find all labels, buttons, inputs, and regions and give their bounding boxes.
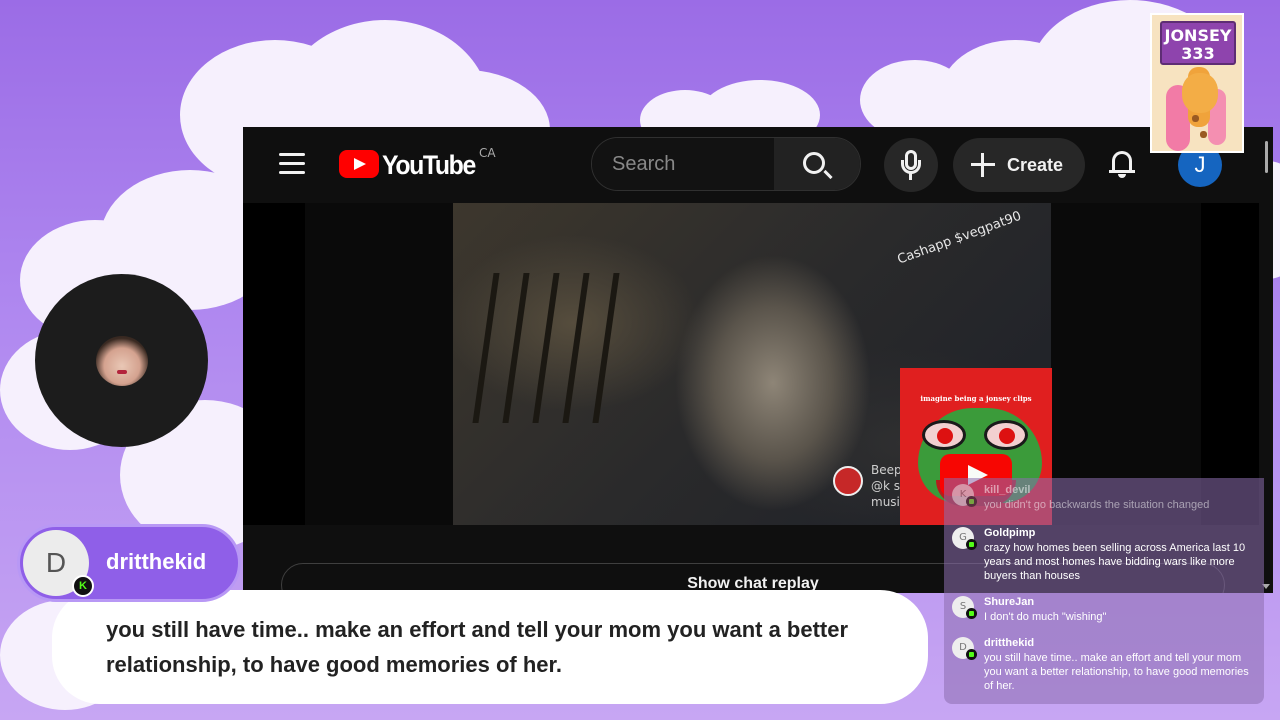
chat-text: you still have time.. make an effort and… xyxy=(984,652,1249,692)
sign-line: 333 xyxy=(1181,44,1215,63)
voice-search-button[interactable] xyxy=(884,138,938,192)
youtube-wordmark: YouTube xyxy=(382,150,476,180)
railing xyxy=(502,273,530,423)
chat-text: I don't do much "wishing" xyxy=(984,611,1107,623)
giraffe-head xyxy=(1182,73,1218,113)
scroll-thumb[interactable] xyxy=(1265,141,1268,173)
giraffe-spot xyxy=(1192,115,1199,122)
sign-line: JONSEY xyxy=(1164,26,1232,45)
streamer-face xyxy=(96,336,148,386)
kick-badge-icon xyxy=(72,575,94,597)
country-code: CA xyxy=(478,146,496,160)
overlay-line: Beep xyxy=(871,463,902,477)
railing xyxy=(532,273,560,423)
sticker-sign: JONSEY 333 xyxy=(1160,21,1236,65)
railing xyxy=(562,273,590,423)
chat-username: dritthekid xyxy=(984,637,1035,649)
kick-badge-icon xyxy=(966,496,977,507)
pepe-eye xyxy=(922,420,966,450)
search-input[interactable]: Search xyxy=(592,138,776,190)
pepe-caption: imagine being a jonsey clips xyxy=(920,394,1032,403)
video-watermark: Cashapp $vegpat90 xyxy=(895,208,1024,268)
video-player[interactable]: Cashapp $vegpat90 Beep @k s musi imagine… xyxy=(243,203,1259,525)
search-icon xyxy=(803,152,825,174)
notifications-bell-icon[interactable] xyxy=(1109,149,1135,179)
letterbox-right xyxy=(1201,203,1259,525)
pepe-eye xyxy=(984,420,1028,450)
kick-badge-icon xyxy=(966,608,977,619)
create-label: Create xyxy=(1007,155,1064,175)
webcam-circle xyxy=(35,274,208,447)
overlay-line: @k s xyxy=(871,479,901,493)
kick-badge-icon xyxy=(966,539,977,550)
kick-badge-icon xyxy=(966,649,977,660)
channel-overlay-text: Beep @k s musi xyxy=(871,462,902,510)
youtube-topbar: YouTube CA Search Create J xyxy=(243,127,1273,203)
highlighted-message-text: you still have time.. make an effort and… xyxy=(106,617,849,677)
chat-text: you didn't go backwards the situation ch… xyxy=(984,499,1210,511)
overlay-line: musi xyxy=(871,495,900,509)
chat-username: ShureJan xyxy=(984,596,1035,608)
railing xyxy=(472,273,500,423)
menu-icon[interactable] xyxy=(279,153,305,175)
highlighted-user-pill: D dritthekid xyxy=(17,524,241,602)
jonsey-giraffe-sticker: JONSEY 333 xyxy=(1150,13,1244,153)
chat-text: crazy how homes been selling across Amer… xyxy=(984,542,1246,582)
channel-logo-icon xyxy=(833,466,863,496)
letterbox-left xyxy=(243,203,305,525)
youtube-play-icon xyxy=(339,150,379,178)
giraffe-spot xyxy=(1200,131,1207,138)
search-button[interactable] xyxy=(774,138,860,190)
plus-icon xyxy=(971,153,995,177)
search-box: Search xyxy=(591,137,861,191)
youtube-logo[interactable]: YouTube CA xyxy=(339,146,496,180)
highlighted-username: dritthekid xyxy=(106,549,207,574)
chat-username: Goldpimp xyxy=(984,527,1036,539)
create-button[interactable]: Create xyxy=(953,138,1085,192)
chat-username: kill_devil xyxy=(984,484,1031,496)
railing xyxy=(592,273,620,423)
highlighted-message-bubble: you still have time.. make an effort and… xyxy=(52,590,928,704)
